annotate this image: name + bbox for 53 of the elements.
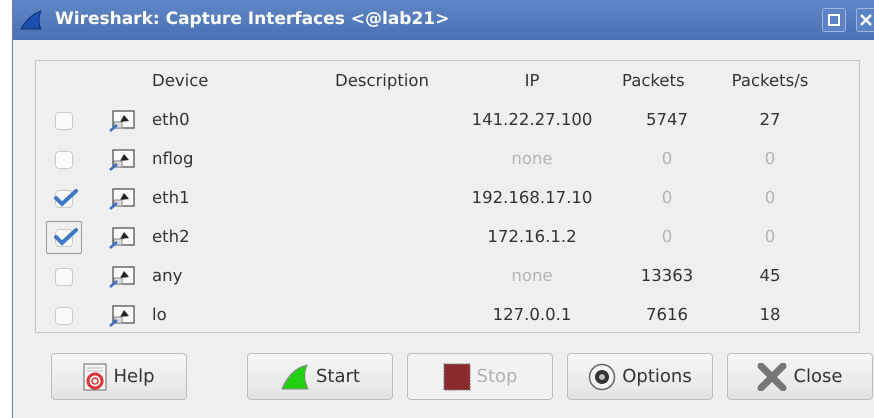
packet-count: 0 <box>662 188 672 208</box>
close-button[interactable]: Close <box>727 353 873 400</box>
column-header: Description <box>335 70 429 90</box>
device-name: lo <box>152 305 167 324</box>
device-name: eth1 <box>152 188 190 208</box>
checkmark-icon <box>54 228 78 246</box>
device-name: nflog <box>152 149 194 168</box>
packet-count: 5747 <box>646 110 688 130</box>
close-window-button[interactable] <box>856 8 874 32</box>
packet-rate: 18 <box>760 305 780 324</box>
checkmark-icon <box>54 188 78 206</box>
shark-fin-icon <box>19 9 45 31</box>
packet-rate: 45 <box>760 266 780 286</box>
packet-count: 0 <box>662 149 672 168</box>
network-interface-icon <box>108 186 136 210</box>
close-icon <box>860 14 872 26</box>
checkbox[interactable] <box>46 221 82 254</box>
options-button[interactable]: Options <box>567 353 713 400</box>
shark-fin-icon <box>280 362 310 390</box>
device-name: any <box>152 266 182 286</box>
device-name: eth2 <box>152 227 190 246</box>
column-header: Device <box>152 70 208 90</box>
packet-rate: 0 <box>764 149 776 168</box>
window-title: Wireshark: Capture Interfaces <@lab21> <box>55 8 450 32</box>
column-header: IP <box>524 70 540 90</box>
packet-count: 0 <box>662 227 672 246</box>
maximize-icon <box>828 14 840 26</box>
network-interface-icon <box>108 264 136 288</box>
ip-address: 127.0.0.1 <box>492 305 572 324</box>
stop-square-icon <box>442 362 471 390</box>
packet-rate: 0 <box>764 188 776 208</box>
packet-count: 13363 <box>640 266 694 286</box>
column-header: Packets/s <box>732 70 808 90</box>
column-header: Packets <box>622 70 685 90</box>
packet-count: 7616 <box>646 305 688 324</box>
device-name: eth0 <box>152 110 190 130</box>
lifebuoy-icon <box>83 362 108 390</box>
network-interface-icon <box>108 148 136 172</box>
maximize-button[interactable] <box>822 8 846 32</box>
packet-rate: 27 <box>760 110 780 130</box>
ip-address: 141.22.27.100 <box>472 110 592 130</box>
ip-address: 192.168.17.10 <box>472 188 592 208</box>
ip-address: none <box>511 149 553 168</box>
network-interface-icon <box>108 304 136 328</box>
start-button[interactable]: Start <box>247 353 393 400</box>
x-icon <box>757 362 788 390</box>
help-button[interactable]: Help <box>51 353 187 400</box>
network-interface-icon <box>108 108 136 132</box>
gear-icon <box>588 362 616 390</box>
ip-address: 172.16.1.2 <box>487 227 577 246</box>
packet-rate: 0 <box>764 227 776 246</box>
network-interface-icon <box>108 226 136 250</box>
ip-address: none <box>511 266 553 286</box>
